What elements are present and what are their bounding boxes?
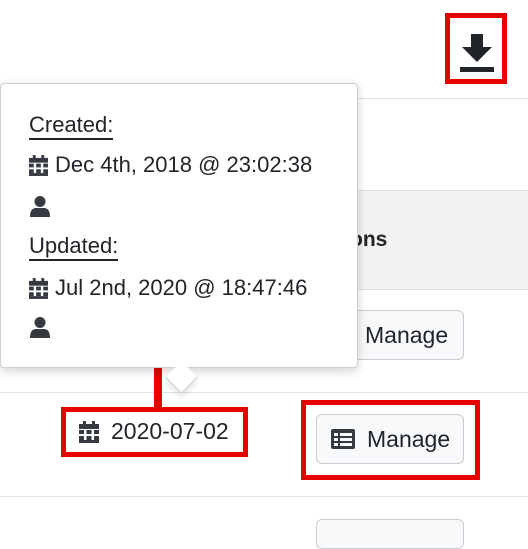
row-divider (0, 496, 528, 497)
created-timestamp-text: Dec 4th, 2018 @ 23:02:38 (55, 152, 313, 177)
created-label: Created: (29, 113, 114, 140)
updated-timestamp-text: Jul 2nd, 2020 @ 18:47:46 (55, 275, 308, 300)
calendar-icon (29, 277, 48, 299)
manage-button-label: Manage (365, 321, 449, 348)
user-icon (30, 317, 50, 338)
row-divider (0, 392, 528, 393)
download-highlight-box (445, 13, 507, 84)
user-icon (30, 196, 50, 217)
created-timestamp: Dec 4th, 2018 @ 23:02:38 (29, 152, 312, 178)
manage-highlight-box (301, 400, 480, 480)
updated-timestamp: Jul 2nd, 2020 @ 18:47:46 (29, 275, 307, 301)
date-highlight-box (61, 407, 248, 457)
updated-label: Updated: (29, 234, 119, 261)
calendar-icon (29, 154, 48, 176)
